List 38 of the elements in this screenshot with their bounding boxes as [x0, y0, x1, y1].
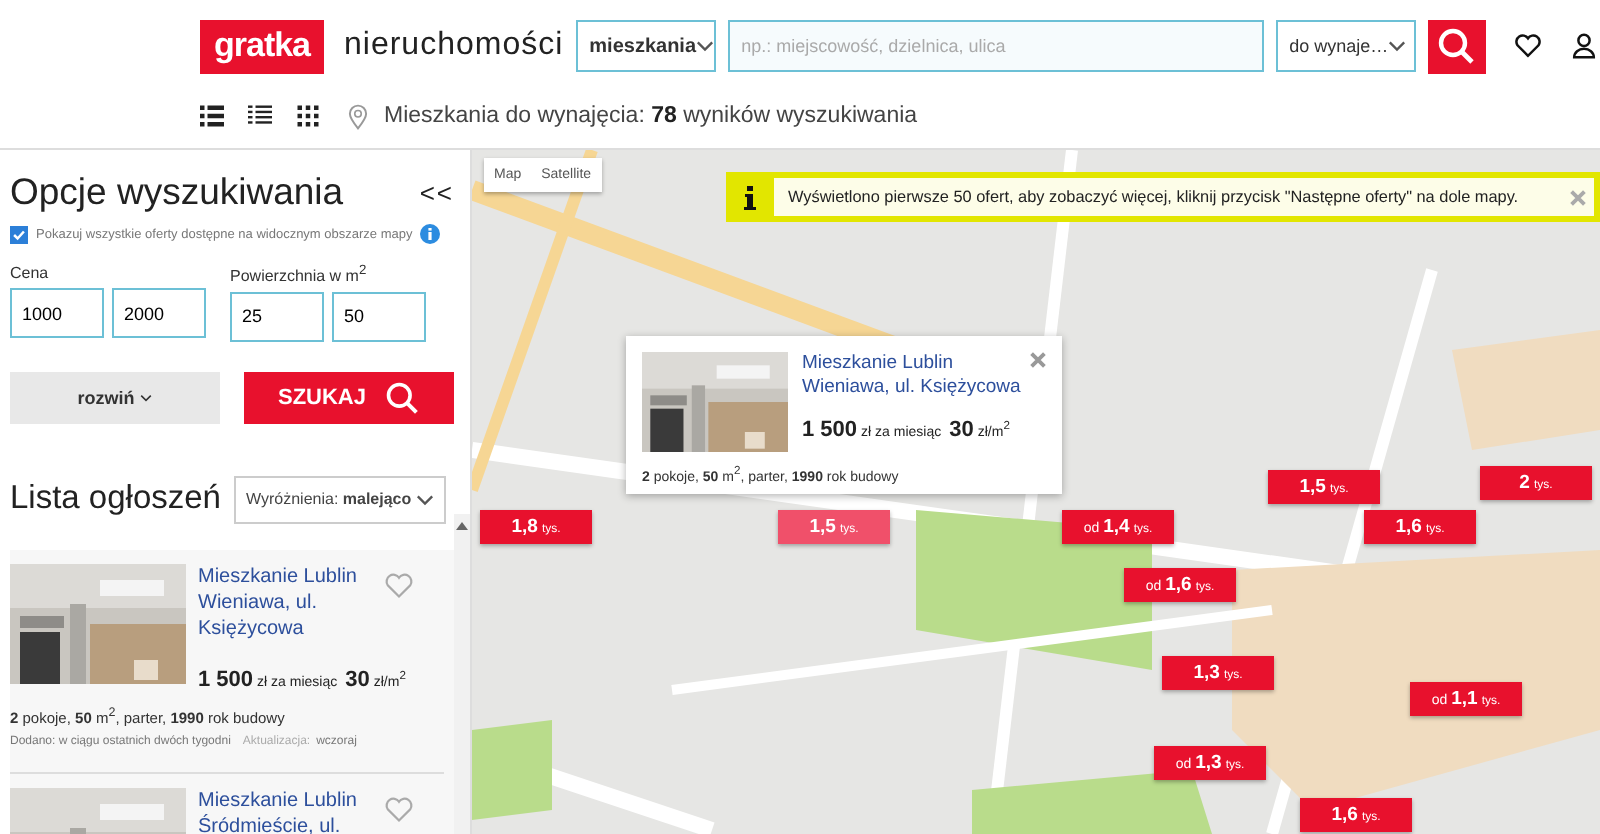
input-field[interactable]: 25: [230, 291, 324, 342]
scrollbar[interactable]: [454, 514, 470, 834]
list-title: Lista ogłoszeń: [10, 480, 221, 519]
scroll-up-icon[interactable]: [456, 522, 468, 530]
panel-title: Opcje wyszukiwania: [10, 170, 344, 214]
input-field[interactable]: 1000: [10, 288, 104, 338]
category-select[interactable]: mieszkania: [575, 20, 716, 72]
list-view-icon[interactable]: [200, 104, 224, 128]
chevron-icon: [696, 40, 715, 52]
chevron-icon: [1388, 40, 1407, 52]
expand-button[interactable]: rozwiń: [10, 371, 220, 424]
search-button[interactable]: SZUKAJ: [244, 371, 454, 424]
user-icon[interactable]: [1569, 32, 1598, 60]
search-icon: [1436, 26, 1477, 66]
filter-label: Powierzchnia w m$^{2}$: [230, 264, 369, 286]
input-field[interactable]: 50: [332, 291, 426, 342]
price-per-m2: 30: [345, 667, 370, 692]
chevron-icon: [140, 393, 153, 402]
filter-label: Cena: [10, 264, 51, 282]
section-title: nieruchomości: [344, 28, 564, 64]
compact-list-icon[interactable]: [248, 104, 272, 128]
sort-select[interactable]: Wyróżnienia: malejąco: [234, 475, 446, 524]
help-icon[interactable]: [420, 224, 441, 244]
results-summary: Mieszkania do wynajęcia: 78 wyników wyszukiwania: [384, 104, 918, 128]
location-pin-icon: [348, 103, 368, 129]
heart-icon[interactable]: [1513, 32, 1542, 60]
search-field[interactable]: np.: miejscowość, dzielnica, ulica: [727, 20, 1264, 72]
collapse-button[interactable]: <<: [419, 177, 454, 207]
listing-title[interactable]: Mieszkanie Lublin Wieniawa, ul. Księżycowa: [198, 563, 358, 642]
search-button[interactable]: [1427, 19, 1486, 73]
grid-view-icon[interactable]: [296, 104, 320, 128]
deal-select[interactable]: do wynaje…: [1275, 20, 1416, 72]
input-field[interactable]: 2000: [112, 288, 206, 338]
search-icon: [384, 379, 420, 416]
price: 1 500: [198, 667, 254, 692]
logo[interactable]: gratka: [200, 19, 324, 73]
chevron-icon: [416, 493, 434, 506]
checkbox[interactable]: [10, 225, 28, 243]
